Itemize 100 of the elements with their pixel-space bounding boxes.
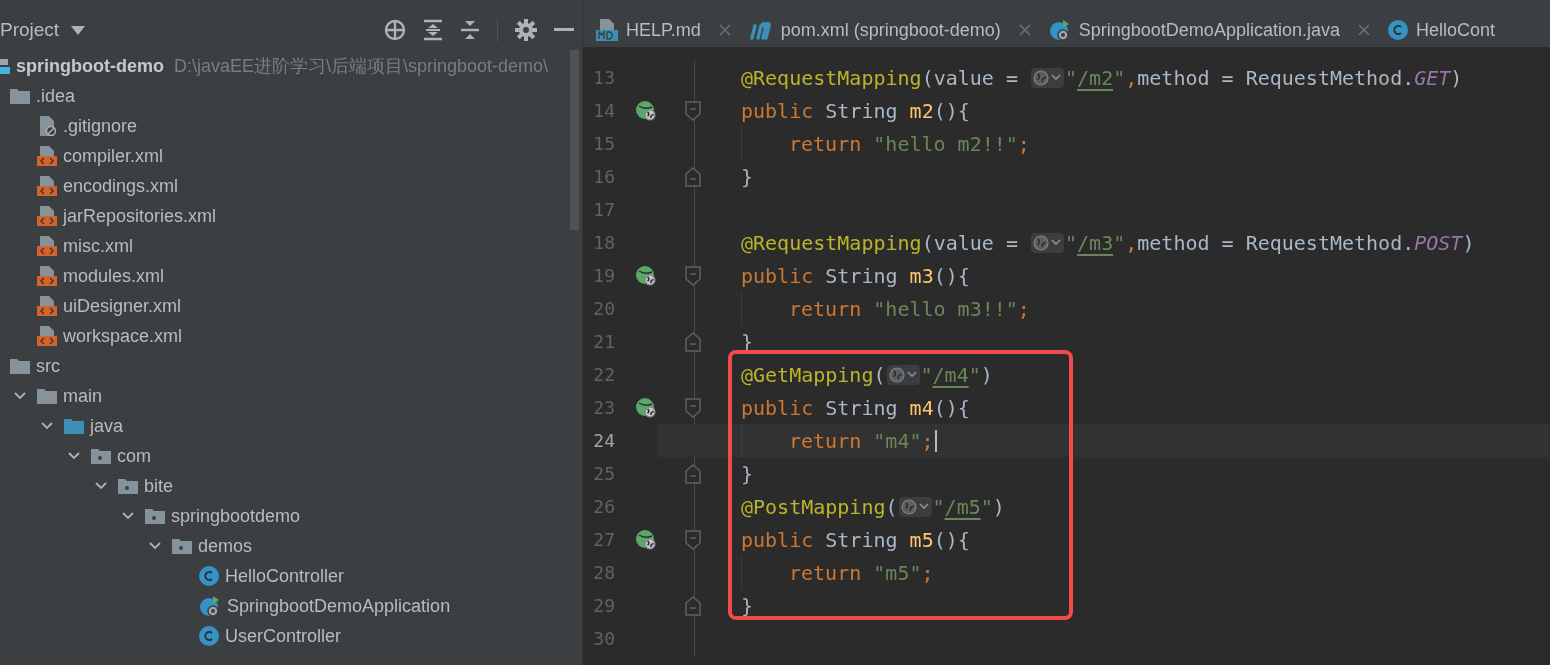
code-text: } (741, 163, 754, 191)
locate-icon[interactable] (384, 19, 406, 41)
tree-item[interactable]: jarRepositories.xml (0, 201, 582, 231)
class-icon (199, 566, 219, 586)
code-text: return "hello m2!!"; (789, 130, 1030, 158)
tree-item[interactable]: .idea (0, 81, 582, 111)
url-options-button[interactable] (898, 496, 932, 517)
item-name: encodings.xml (63, 174, 179, 198)
tree-item[interactable]: encodings.xml (0, 171, 582, 201)
item-name: demos (198, 534, 253, 558)
folder-icon (37, 388, 57, 404)
tree-item[interactable]: demos (0, 531, 582, 561)
panel-title[interactable]: Project (0, 15, 60, 45)
expand-all-icon[interactable] (423, 19, 443, 41)
code-text: "/m2",method = RequestMethod.GET) (1065, 64, 1463, 92)
line-number: 19 (592, 264, 615, 288)
tree-item[interactable]: main (0, 381, 582, 411)
tree-item[interactable]: java (0, 411, 582, 441)
dropdown-icon[interactable] (71, 25, 86, 35)
editor-tab[interactable]: SpringbootDemoApplication.java (1048, 16, 1370, 44)
line-number: 21 (592, 330, 615, 354)
xml-file-icon (37, 296, 57, 316)
code-text: } (741, 592, 754, 620)
item-name: src (36, 354, 60, 378)
url-options-button[interactable] (886, 364, 920, 385)
spring-class-icon (1048, 19, 1071, 41)
package-icon (145, 508, 165, 524)
xml-file-icon (37, 176, 57, 196)
item-name: springboot-demo (16, 54, 164, 78)
code-text: @RequestMapping(value = (741, 64, 1019, 92)
line-number: 24 (592, 429, 615, 453)
globe-icon (888, 366, 905, 383)
item-name: SpringbootDemoApplication (227, 594, 451, 618)
code-text: } (741, 460, 754, 488)
line-number: 18 (592, 231, 615, 255)
endpoint-icon[interactable] (635, 396, 657, 419)
code-text: return "m5"; (789, 559, 934, 587)
code-text: @GetMapping( (741, 361, 886, 389)
endpoint-icon[interactable] (635, 264, 657, 287)
item-name: UserController (225, 624, 342, 648)
item-name: misc.xml (63, 234, 133, 258)
collapse-all-icon[interactable] (460, 19, 480, 41)
tree-item[interactable]: modules.xml (0, 261, 582, 291)
tree-item[interactable]: springboot-demo D:\javaEE进阶学习\后端项目\springboot-demo\ (0, 51, 582, 81)
line-number: 15 (592, 132, 615, 156)
line-number: 29 (592, 594, 615, 618)
folder-icon (10, 358, 30, 374)
item-name: bite (144, 474, 174, 498)
module-icon (0, 58, 10, 74)
globe-icon (1033, 69, 1049, 86)
tree-item[interactable]: compiler.xml (0, 141, 582, 171)
settings-icon[interactable] (515, 19, 537, 41)
code-text: return "m4"; (789, 427, 934, 455)
package-icon (118, 478, 138, 494)
xml-file-icon (37, 206, 57, 226)
chevron-icon (917, 501, 930, 512)
endpoint-icon[interactable] (635, 99, 657, 122)
tree-item[interactable]: UserController (0, 621, 582, 651)
package-icon (91, 448, 111, 464)
editor-tab[interactable]: pom.xml (springboot-demo) (748, 16, 1031, 44)
package-icon (172, 538, 192, 554)
class-icon (199, 626, 219, 646)
tree-item[interactable]: com (0, 441, 582, 471)
tree-item[interactable]: uiDesigner.xml (0, 291, 582, 321)
code-text: public String m5(){ (741, 526, 970, 554)
tree-item[interactable]: bite (0, 471, 582, 501)
endpoint-icon[interactable] (635, 528, 657, 551)
item-name: HelloController (225, 564, 345, 588)
tree-item[interactable]: src (0, 351, 582, 381)
editor-tab[interactable]: HelloCont (1387, 16, 1495, 44)
item-name: uiDesigner.xml (63, 294, 182, 318)
tree-item[interactable]: misc.xml (0, 231, 582, 261)
chevron-icon (1050, 237, 1062, 248)
line-number: 14 (592, 99, 615, 123)
url-options-button[interactable] (1031, 232, 1064, 253)
line-number: 26 (592, 495, 615, 519)
minimize-icon[interactable] (554, 28, 574, 32)
line-number: 28 (592, 561, 615, 585)
item-name: modules.xml (63, 264, 165, 288)
spring-class-icon (199, 595, 221, 617)
editor-tab[interactable]: HELP.md (596, 16, 731, 44)
folder-icon (64, 418, 84, 434)
folder-icon (10, 88, 30, 104)
tree-item[interactable]: SpringbootDemoApplication (0, 591, 582, 621)
class-icon (1387, 20, 1408, 40)
tree-item[interactable]: HelloController (0, 561, 582, 591)
code-text: "/m3",method = RequestMethod.POST) (1065, 229, 1475, 257)
code-text: public String m4(){ (741, 394, 970, 422)
line-number: 30 (592, 627, 615, 651)
globe-icon (1033, 234, 1049, 251)
line-number: 17 (592, 198, 615, 222)
tree-item[interactable]: springbootdemo (0, 501, 582, 531)
maven-icon (748, 20, 773, 40)
markdown-file-icon (596, 19, 618, 41)
url-options-button[interactable] (1031, 67, 1064, 88)
tree-item[interactable]: .gitignore (0, 111, 582, 141)
line-number: 13 (592, 66, 615, 90)
code-text: @PostMapping( (741, 493, 898, 521)
xml-file-icon (37, 266, 57, 286)
tree-item[interactable]: workspace.xml (0, 321, 582, 351)
